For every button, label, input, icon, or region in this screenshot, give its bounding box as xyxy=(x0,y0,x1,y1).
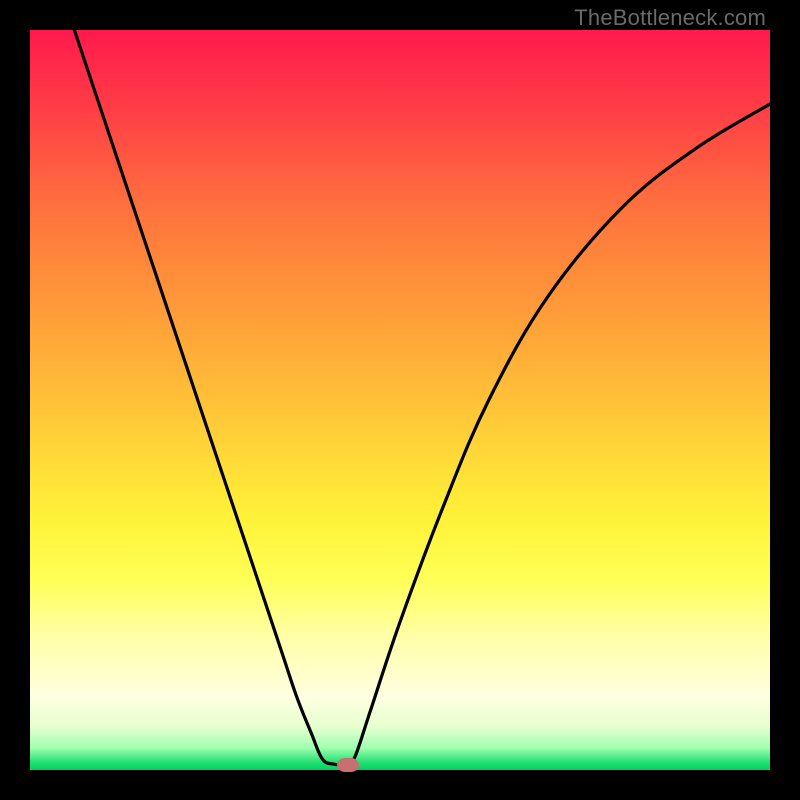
chart-frame: TheBottleneck.com xyxy=(0,0,800,800)
chart-plot-area xyxy=(30,30,770,770)
bottleneck-curve xyxy=(30,30,770,770)
optimal-point-marker xyxy=(337,758,359,772)
watermark-text: TheBottleneck.com xyxy=(574,5,766,31)
